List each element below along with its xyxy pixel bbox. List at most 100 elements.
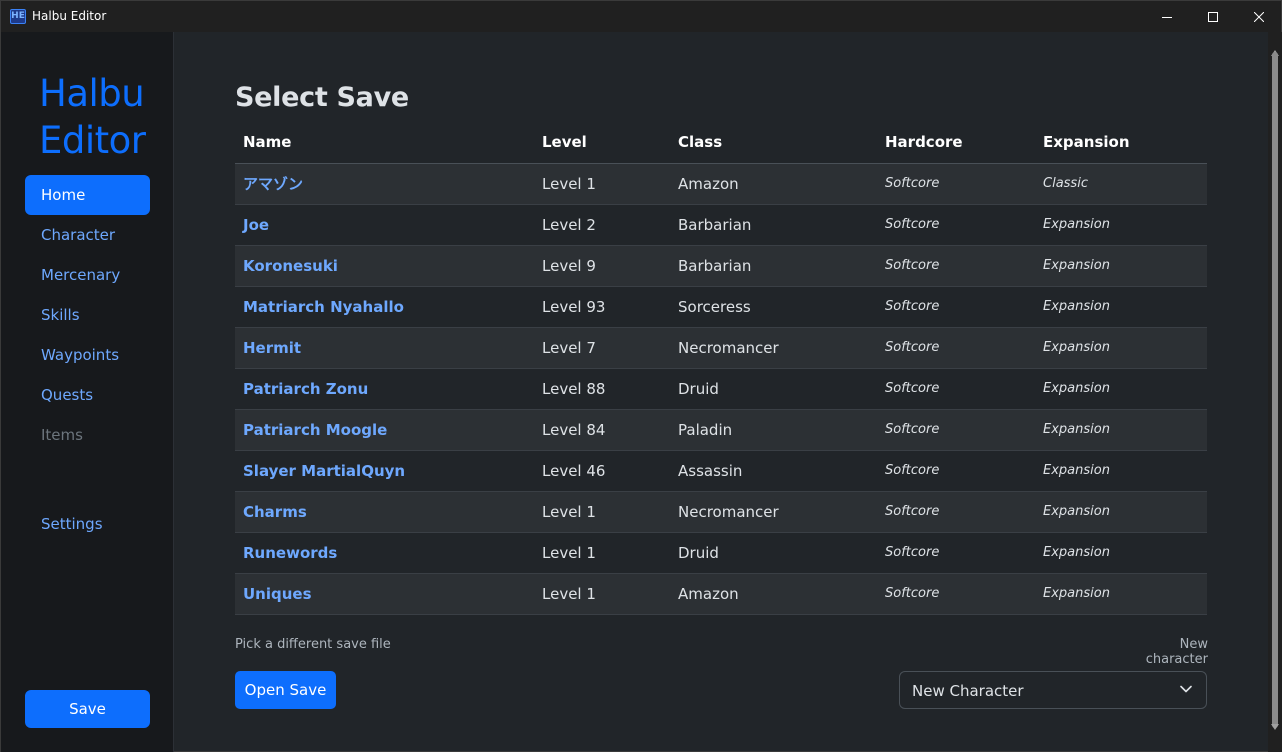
save-button[interactable]: Save — [25, 690, 150, 728]
level-cell: Level 1 — [534, 532, 670, 574]
class-cell: Druid — [670, 532, 877, 574]
table-row[interactable]: Uniques Level 1 Amazon Softcore Expansio… — [235, 573, 1207, 615]
scrollbar-thumb[interactable] — [1272, 52, 1278, 728]
expansion-cell: Expansion — [1035, 204, 1207, 246]
sidebar-item-settings[interactable]: Settings — [25, 504, 150, 544]
column-header-hardcore: Hardcore — [877, 122, 1035, 164]
maximize-button[interactable] — [1190, 1, 1236, 32]
save-name-link[interactable]: Hermit — [235, 327, 534, 369]
brand-title: Halbu Editor — [39, 70, 146, 164]
close-icon — [1254, 11, 1264, 22]
hardcore-cell: Softcore — [877, 245, 1035, 287]
save-name-link[interactable]: Uniques — [235, 573, 534, 615]
window-title: Halbu Editor — [32, 9, 107, 23]
level-cell: Level 1 — [534, 491, 670, 533]
table-row[interactable]: Charms Level 1 Necromancer Softcore Expa… — [235, 491, 1207, 533]
level-cell: Level 84 — [534, 409, 670, 451]
column-header-name: Name — [235, 122, 534, 164]
app-window: HE Halbu Editor Halbu Editor Home Charac… — [0, 0, 1282, 752]
title-bar[interactable]: HE Halbu Editor — [1, 1, 1281, 32]
sidebar-item-skills[interactable]: Skills — [25, 295, 150, 335]
level-cell: Level 93 — [534, 286, 670, 328]
sidebar-item-quests[interactable]: Quests — [25, 375, 150, 415]
sidebar-item-mercenary[interactable]: Mercenary — [25, 255, 150, 295]
level-cell: Level 46 — [534, 450, 670, 492]
table-row[interactable]: アマゾン Level 1 Amazon Softcore Classic — [235, 163, 1207, 205]
level-cell: Level 1 — [534, 163, 670, 205]
save-name-link[interactable]: Patriarch Zonu — [235, 368, 534, 410]
class-cell: Amazon — [670, 163, 877, 205]
table-row[interactable]: Patriarch Zonu Level 88 Druid Softcore E… — [235, 368, 1207, 410]
save-name-link[interactable]: Koronesuki — [235, 245, 534, 287]
expansion-cell: Classic — [1035, 163, 1207, 205]
sidebar-nav: Home Character Mercenary Skills Waypoint… — [25, 175, 150, 455]
new-character-select-value: New Character — [912, 682, 1024, 700]
save-name-link[interactable]: Matriarch Nyahallo — [235, 286, 534, 328]
expansion-cell: Expansion — [1035, 409, 1207, 451]
sidebar-item-home[interactable]: Home — [25, 175, 150, 215]
new-character-hint: New character — [1145, 637, 1208, 667]
save-name-link[interactable]: アマゾン — [235, 163, 534, 205]
class-cell: Necromancer — [670, 491, 877, 533]
hardcore-cell: Softcore — [877, 286, 1035, 328]
expansion-cell: Expansion — [1035, 286, 1207, 328]
table-header-row: Name Level Class Hardcore Expansion — [235, 122, 1207, 164]
expansion-cell: Expansion — [1035, 532, 1207, 574]
table-row[interactable]: Runewords Level 1 Druid Softcore Expansi… — [235, 532, 1207, 574]
expansion-cell: Expansion — [1035, 327, 1207, 369]
level-cell: Level 88 — [534, 368, 670, 410]
class-cell: Paladin — [670, 409, 877, 451]
expansion-cell: Expansion — [1035, 368, 1207, 410]
level-cell: Level 9 — [534, 245, 670, 287]
class-cell: Sorceress — [670, 286, 877, 328]
minimize-icon — [1162, 16, 1172, 18]
sidebar: Halbu Editor Home Character Mercenary Sk… — [1, 32, 174, 752]
save-name-link[interactable]: Joe — [235, 204, 534, 246]
table-row[interactable]: Joe Level 2 Barbarian Softcore Expansion — [235, 204, 1207, 246]
table-row[interactable]: Slayer MartialQuyn Level 46 Assassin Sof… — [235, 450, 1207, 492]
sidebar-settings-group: Settings — [25, 504, 150, 544]
table-row[interactable]: Koronesuki Level 9 Barbarian Softcore Ex… — [235, 245, 1207, 287]
column-header-expansion: Expansion — [1035, 122, 1207, 164]
class-cell: Assassin — [670, 450, 877, 492]
sidebar-item-waypoints[interactable]: Waypoints — [25, 335, 150, 375]
level-cell: Level 7 — [534, 327, 670, 369]
table-row[interactable]: Hermit Level 7 Necromancer Softcore Expa… — [235, 327, 1207, 369]
sidebar-item-items: Items — [41, 426, 83, 444]
page-title: Select Save — [235, 82, 409, 113]
save-name-link[interactable]: Slayer MartialQuyn — [235, 450, 534, 492]
save-name-link[interactable]: Patriarch Moogle — [235, 409, 534, 451]
maximize-icon — [1208, 11, 1218, 22]
app-logo-icon: HE — [10, 9, 26, 24]
expansion-cell: Expansion — [1035, 491, 1207, 533]
class-cell: Amazon — [670, 573, 877, 615]
column-header-level: Level — [534, 122, 670, 164]
pick-save-hint: Pick a different save file — [235, 637, 391, 652]
new-character-select[interactable]: New Character — [899, 671, 1207, 709]
hardcore-cell: Softcore — [877, 573, 1035, 615]
expansion-cell: Expansion — [1035, 573, 1207, 615]
save-name-link[interactable]: Charms — [235, 491, 534, 533]
save-name-link[interactable]: Runewords — [235, 532, 534, 574]
save-table: Name Level Class Hardcore Expansion アマゾン… — [235, 122, 1207, 615]
hardcore-cell: Softcore — [877, 532, 1035, 574]
hardcore-cell: Softcore — [877, 204, 1035, 246]
close-button[interactable] — [1236, 1, 1282, 32]
level-cell: Level 1 — [534, 573, 670, 615]
hardcore-cell: Softcore — [877, 450, 1035, 492]
sidebar-item-character[interactable]: Character — [25, 215, 150, 255]
class-cell: Barbarian — [670, 204, 877, 246]
minimize-button[interactable] — [1144, 1, 1190, 32]
class-cell: Barbarian — [670, 245, 877, 287]
open-save-button[interactable]: Open Save — [235, 671, 336, 709]
scroll-down-arrow-icon[interactable] — [1271, 724, 1279, 730]
class-cell: Druid — [670, 368, 877, 410]
column-header-class: Class — [670, 122, 877, 164]
hardcore-cell: Softcore — [877, 368, 1035, 410]
hardcore-cell: Softcore — [877, 327, 1035, 369]
brand-line-2: Editor — [39, 119, 146, 162]
vertical-scrollbar[interactable] — [1268, 32, 1282, 752]
hardcore-cell: Softcore — [877, 409, 1035, 451]
table-row[interactable]: Matriarch Nyahallo Level 93 Sorceress So… — [235, 286, 1207, 328]
table-row[interactable]: Patriarch Moogle Level 84 Paladin Softco… — [235, 409, 1207, 451]
